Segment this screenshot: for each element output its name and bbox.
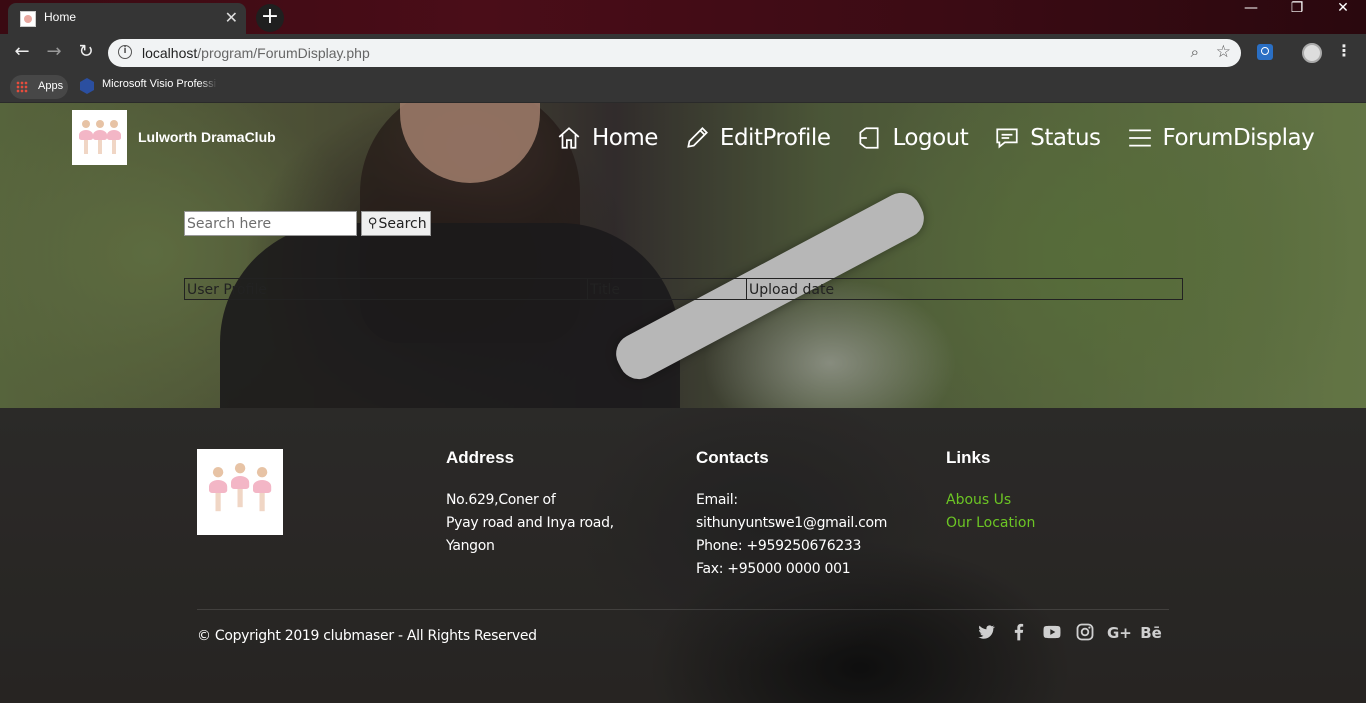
social-links: G+ Bē bbox=[975, 622, 1173, 644]
ballerina-figure bbox=[209, 467, 228, 512]
nav-status-label: Status bbox=[1030, 125, 1101, 151]
forward-arrow-icon[interactable]: → bbox=[42, 40, 66, 64]
logout-icon bbox=[856, 125, 882, 151]
url-host: localhost bbox=[142, 45, 198, 61]
reload-icon[interactable]: ↻ bbox=[74, 40, 98, 64]
nav-editprofile-label: EditProfile bbox=[719, 125, 831, 151]
forum-table: User Profile Title Upload date bbox=[184, 278, 1183, 300]
footer-divider bbox=[197, 609, 1169, 610]
footer-contacts: Contacts Email: sithunyuntswe1@gmail.com… bbox=[696, 448, 887, 581]
ballerina-figure bbox=[79, 120, 93, 154]
tab-favicon-icon bbox=[20, 11, 36, 27]
search-button[interactable]: ⚲ Search bbox=[361, 211, 431, 236]
tab-title: Home bbox=[44, 10, 77, 24]
bookmark-star-icon[interactable]: ☆ bbox=[1216, 42, 1231, 62]
nav-logout[interactable]: Logout bbox=[856, 123, 969, 153]
new-tab-button[interactable]: + bbox=[256, 4, 284, 32]
nav-forumdisplay-label: ForumDisplay bbox=[1162, 125, 1315, 151]
nav-logout-label: Logout bbox=[892, 125, 969, 151]
footer-contact-fax: Fax: +95000 0000 001 bbox=[696, 561, 851, 577]
footer-logo bbox=[197, 449, 283, 535]
window-minimize-button[interactable]: — bbox=[1228, 0, 1274, 30]
table-header-user-profile: User Profile bbox=[185, 279, 588, 299]
profile-avatar[interactable] bbox=[1302, 43, 1322, 63]
footer-address: Address No.629,Coner of Pyay road and In… bbox=[446, 448, 614, 558]
ballerina-figure bbox=[107, 120, 121, 154]
footer-link-about[interactable]: Abous Us bbox=[946, 489, 1035, 512]
browser-titlebar: Home ✕ + — ❐ ✕ bbox=[0, 0, 1366, 34]
address-url[interactable]: localhost/program/ForumDisplay.php bbox=[142, 45, 370, 61]
browser-tab[interactable]: Home ✕ bbox=[8, 3, 246, 34]
footer-address-heading: Address bbox=[446, 448, 515, 467]
zoom-icon[interactable]: ⌕ bbox=[1191, 43, 1199, 61]
search-icon: ⚲ bbox=[368, 216, 378, 231]
footer-contacts-heading: Contacts bbox=[696, 448, 769, 467]
site-logo[interactable] bbox=[72, 110, 127, 165]
copyright-text: © Copyright 2019 clubmaser - All Rights … bbox=[197, 628, 537, 644]
search-button-label: Search bbox=[378, 215, 427, 232]
youtube-icon[interactable] bbox=[1041, 622, 1063, 644]
ballerina-figure bbox=[231, 463, 250, 508]
footer-address-line: Pyay road and Inya road, bbox=[446, 515, 614, 531]
search-input[interactable] bbox=[184, 211, 357, 236]
site-header: Lulworth DramaClub Home EditProfile Logo… bbox=[0, 103, 1366, 173]
bookmark-visio[interactable]: Microsoft Visio Professi bbox=[102, 78, 217, 90]
bookmark-apps[interactable]: Apps bbox=[10, 75, 68, 99]
facebook-icon[interactable] bbox=[1008, 622, 1030, 644]
pencil-icon bbox=[684, 125, 710, 151]
main-nav: Home EditProfile Logout Status ForumDisp… bbox=[556, 123, 1340, 153]
bookmark-apps-label: Apps bbox=[38, 80, 64, 92]
url-path: /program/ForumDisplay.php bbox=[197, 45, 370, 61]
browser-toolbar: ← → ↻ i localhost/program/ForumDisplay.p… bbox=[0, 34, 1366, 71]
extension-search-icon[interactable] bbox=[1257, 44, 1273, 60]
tab-close-icon[interactable]: ✕ bbox=[225, 8, 238, 27]
apps-grid-icon bbox=[16, 81, 28, 93]
page-content: Lulworth DramaClub Home EditProfile Logo… bbox=[0, 103, 1366, 703]
browser-menu-icon[interactable]: ⋮ bbox=[1336, 41, 1352, 60]
site-info-icon[interactable]: i bbox=[118, 45, 132, 59]
footer-address-line: No.629,Coner of bbox=[446, 492, 556, 508]
address-bar[interactable]: i localhost/program/ForumDisplay.php ⌕ ☆ bbox=[108, 39, 1241, 67]
footer-contact-line: Email: bbox=[696, 492, 738, 508]
table-header-upload-date: Upload date bbox=[749, 282, 835, 298]
footer-address-line: Yangon bbox=[446, 538, 495, 554]
behance-icon[interactable]: Bē bbox=[1140, 622, 1162, 644]
footer-contact-email: sithunyuntswe1@gmail.com bbox=[696, 515, 888, 531]
nav-forumdisplay[interactable]: ForumDisplay bbox=[1127, 123, 1315, 153]
instagram-icon[interactable] bbox=[1074, 622, 1096, 644]
footer-contact-phone: Phone: +959250676233 bbox=[696, 538, 862, 554]
window-restore-button[interactable]: ❐ bbox=[1274, 0, 1320, 30]
google-plus-icon[interactable]: G+ bbox=[1107, 622, 1132, 644]
back-arrow-icon[interactable]: ← bbox=[10, 40, 34, 64]
ballerina-figure bbox=[93, 120, 107, 154]
nav-editprofile[interactable]: EditProfile bbox=[684, 123, 831, 153]
site-name[interactable]: Lulworth DramaClub bbox=[138, 129, 276, 145]
table-header-title: Title bbox=[588, 279, 747, 299]
hero-image-jacket bbox=[220, 223, 680, 408]
menu-lines-icon bbox=[1127, 125, 1153, 151]
nav-status[interactable]: Status bbox=[994, 123, 1101, 153]
twitter-icon[interactable] bbox=[975, 622, 997, 644]
nav-home[interactable]: Home bbox=[556, 123, 658, 153]
window-close-button[interactable]: ✕ bbox=[1320, 0, 1366, 30]
chat-icon bbox=[994, 125, 1020, 151]
footer-links: Links Abous Us Our Location bbox=[946, 448, 1035, 535]
nav-home-label: Home bbox=[592, 125, 658, 151]
ballerina-figure bbox=[253, 467, 272, 512]
home-icon bbox=[556, 125, 582, 151]
footer-link-location[interactable]: Our Location bbox=[946, 512, 1035, 535]
site-footer: Address No.629,Coner of Pyay road and In… bbox=[0, 408, 1366, 703]
footer-links-heading: Links bbox=[946, 448, 991, 467]
